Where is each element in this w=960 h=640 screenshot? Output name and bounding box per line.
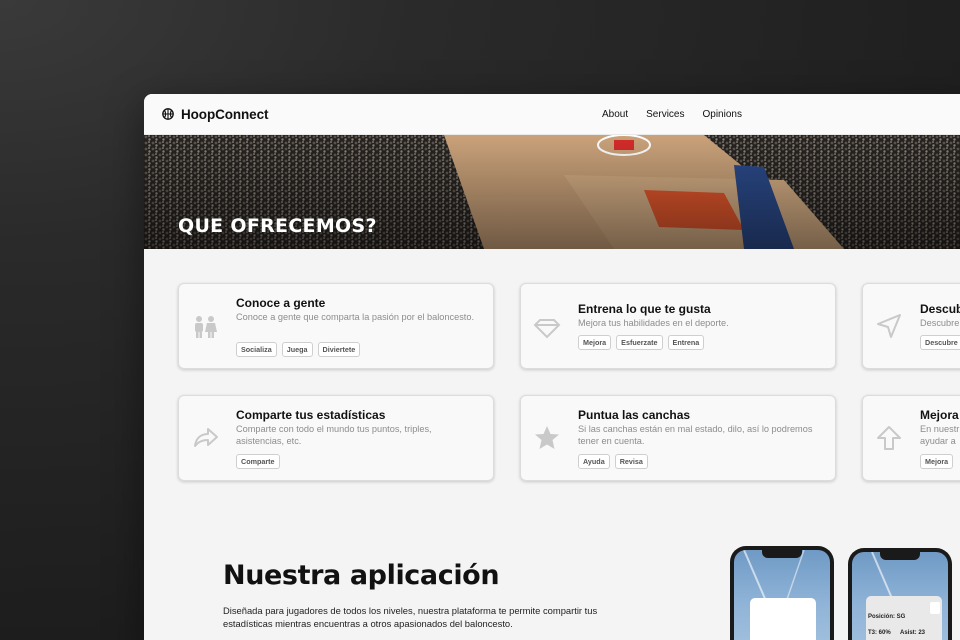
- tag[interactable]: Mejora: [578, 335, 612, 350]
- star-icon: [535, 426, 559, 449]
- app-description: Diseñada para jugadores de todos los niv…: [223, 605, 598, 629]
- tag[interactable]: Socializa: [236, 342, 277, 357]
- card-tags: Comparte: [236, 454, 280, 469]
- phone-mockup: Posición: SG T3: 60% Asist: 23: [848, 548, 952, 640]
- nav-link-about[interactable]: About: [602, 109, 628, 120]
- arrow-up-icon: [877, 426, 901, 450]
- nav-links: About Services Opinions: [602, 94, 742, 134]
- tag[interactable]: Descubre: [920, 335, 960, 350]
- court-lines: [866, 552, 942, 640]
- card-title: Descub: [920, 302, 960, 316]
- card-description: Conoce a gente que comparta la pasión po…: [236, 312, 475, 322]
- basketball-icon: [162, 108, 174, 120]
- card-tags: Mejora: [920, 454, 954, 469]
- card-description: Mejora tus habilidades en el deporte.: [578, 318, 729, 328]
- service-card[interactable]: Entrena lo que te gusta Mejora tus habil…: [520, 283, 836, 369]
- tag[interactable]: Juega: [281, 342, 313, 357]
- hero-title: QUE OFRECEMOS?: [178, 215, 377, 237]
- tag[interactable]: Mejora: [920, 454, 954, 469]
- card-tags: Mejora Esfuerzate Entrena: [578, 335, 705, 350]
- hero-banner: QUE OFRECEMOS?: [144, 135, 960, 249]
- service-card[interactable]: Conoce a gente Conoce a gente que compar…: [178, 283, 494, 369]
- brand[interactable]: HoopConnect: [162, 107, 268, 122]
- nav-link-services[interactable]: Services: [646, 109, 684, 120]
- card-title: Conoce a gente: [236, 296, 326, 310]
- tag[interactable]: Entrena: [667, 335, 705, 350]
- phone-mockup: [730, 546, 834, 640]
- service-card[interactable]: Puntua las canchas Si las canchas están …: [520, 395, 836, 481]
- navigation-icon: [877, 314, 901, 338]
- app-title: Nuestra aplicación: [223, 560, 500, 591]
- services-grid: Conoce a gente Conoce a gente que compar…: [144, 249, 960, 499]
- service-card[interactable]: Mejora En nuestr ayudar a Mejora: [862, 395, 960, 481]
- phone-screen: [734, 550, 830, 640]
- card-description: Si las canchas están en mal estado, dilo…: [578, 424, 813, 446]
- card-title: Puntua las canchas: [578, 408, 691, 422]
- tag[interactable]: Ayuda: [578, 454, 610, 469]
- brand-name: HoopConnect: [181, 106, 269, 122]
- card-description: Comparte con todo el mundo tus puntos, t…: [236, 424, 432, 446]
- tag[interactable]: Comparte: [236, 454, 280, 469]
- card-tags: Descubre: [920, 335, 960, 350]
- service-card[interactable]: Descub Descubre Descubre: [862, 283, 960, 369]
- phone-notch: [762, 550, 802, 558]
- court-lines: [743, 550, 816, 640]
- card-title: Comparte tus estadísticas: [236, 408, 386, 422]
- card-description: En nuestr ayudar a: [920, 424, 960, 446]
- card-title: Mejora: [920, 408, 959, 422]
- tag[interactable]: Revisa: [614, 454, 648, 469]
- phone-position: Posición: SG: [868, 614, 906, 620]
- card-tags: Ayuda Revisa: [578, 454, 648, 469]
- navbar: HoopConnect About Services Opinions: [144, 94, 960, 135]
- diamond-icon: [533, 319, 561, 339]
- phone-assists: Asist: 23: [900, 630, 926, 636]
- share-icon: [194, 428, 218, 447]
- card-title: Entrena lo que te gusta: [578, 302, 711, 316]
- phone-screen: Posición: SG T3: 60% Asist: 23: [852, 552, 948, 640]
- service-card[interactable]: Comparte tus estadísticas Comparte con t…: [178, 395, 494, 481]
- browser-window: HoopConnect About Services Opinions QUE …: [144, 94, 960, 640]
- people-icon: [195, 316, 217, 338]
- phone-t3: T3: 60%: [868, 630, 891, 636]
- tag[interactable]: Diviertete: [317, 342, 361, 357]
- app-section: Nuestra aplicación Diseñada para jugador…: [144, 498, 960, 640]
- card-tags: Socializa Juega Diviertete: [236, 342, 361, 357]
- nav-link-opinions[interactable]: Opinions: [703, 109, 742, 120]
- card-description: Descubre: [920, 318, 960, 328]
- tag[interactable]: Esfuerzate: [616, 335, 663, 350]
- phone-notch: [880, 552, 920, 560]
